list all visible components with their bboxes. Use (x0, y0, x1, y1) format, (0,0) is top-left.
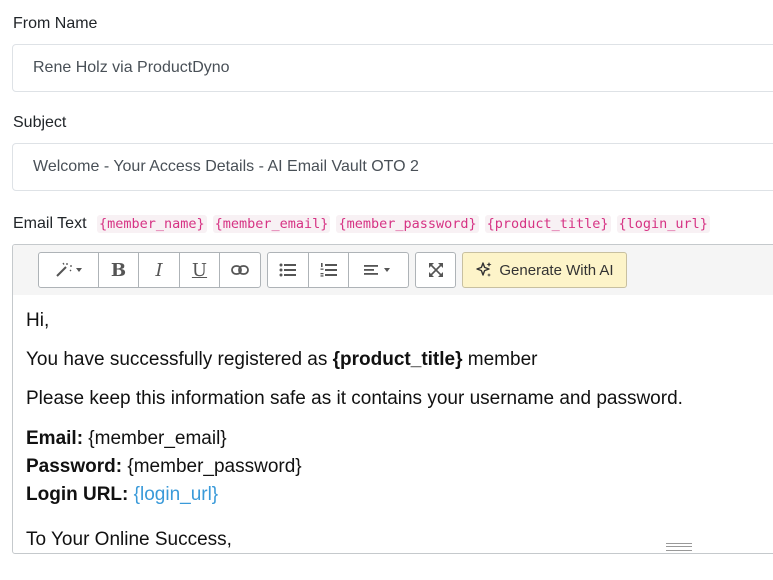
align-left-icon (363, 265, 390, 275)
align-dropdown-button[interactable] (349, 253, 408, 287)
variable-member-name: {member_name} (96, 215, 207, 233)
email-text-label-row: Email Text {member_name} {member_email} … (13, 215, 710, 233)
fullscreen-button[interactable] (416, 253, 455, 287)
email-text-label: Email Text (13, 215, 87, 232)
ordered-list-button[interactable] (309, 253, 349, 287)
login-url-line: Login URL: {login_url} (26, 483, 773, 506)
variable-list: {member_name} {member_email} {member_pas… (96, 215, 710, 233)
variable-member-email: {member_email} (212, 215, 331, 233)
registration-suffix: member (462, 349, 538, 371)
from-name-value: Rene Holz via ProductDyno (33, 59, 230, 76)
credentials-block: Email: {member_email} Password: {member_… (26, 427, 773, 507)
sparkles-icon (476, 262, 492, 277)
from-name-label: From Name (13, 15, 98, 32)
paragraph-button-group (267, 252, 409, 288)
style-dropdown-button[interactable] (39, 253, 99, 287)
from-name-input[interactable]: Rene Holz via ProductDyno (12, 44, 773, 92)
email-line-label: Email: (26, 427, 84, 449)
registration-line: You have successfully registered as {pro… (26, 348, 773, 371)
editor-toolbar: B I U Generate With AI (13, 245, 773, 295)
variable-login-url: {login_url} (616, 215, 710, 233)
password-line-label: Password: (26, 455, 123, 477)
generate-with-ai-button[interactable]: Generate With AI (462, 252, 627, 288)
login-url-label: Login URL: (26, 483, 129, 505)
registration-prefix: You have successfully registered as (26, 349, 333, 371)
subject-input[interactable]: Welcome - Your Access Details - AI Email… (12, 143, 773, 191)
variable-product-title: {product_title} (484, 215, 611, 233)
view-button-group (415, 252, 456, 288)
editor-content[interactable]: Hi, You have successfully registered as … (13, 295, 773, 553)
magic-wand-icon (55, 262, 82, 277)
password-line: Password: {member_password} (26, 455, 773, 478)
unordered-list-icon (279, 263, 296, 277)
subject-value: Welcome - Your Access Details - AI Email… (33, 158, 419, 175)
product-title-placeholder: {product_title} (332, 349, 463, 371)
email-editor: B I U Generate With AI Hi, You have succ… (12, 244, 773, 554)
login-url-link[interactable]: {login_url} (134, 484, 219, 505)
greeting-text: Hi, (26, 310, 50, 331)
generate-with-ai-label: Generate With AI (499, 261, 614, 279)
variable-member-password: {member_password} (336, 215, 479, 233)
signoff-text: To Your Online Success, (26, 529, 232, 551)
subject-label: Subject (13, 114, 67, 131)
format-button-group: B I U (38, 252, 261, 288)
fullscreen-icon (428, 263, 443, 277)
ordered-list-icon (320, 263, 337, 277)
email-line: Email: {member_email} (26, 427, 773, 450)
link-button[interactable] (220, 253, 260, 287)
unordered-list-button[interactable] (268, 253, 309, 287)
info-safe-line: Please keep this information safe as it … (26, 388, 683, 410)
link-icon (231, 265, 249, 275)
email-line-value: {member_email} (83, 427, 227, 449)
italic-button[interactable]: I (139, 253, 180, 287)
resize-handle[interactable] (666, 543, 692, 551)
bold-button[interactable]: B (99, 253, 139, 287)
underline-button[interactable]: U (180, 253, 220, 287)
password-line-value: {member_password} (122, 455, 302, 477)
